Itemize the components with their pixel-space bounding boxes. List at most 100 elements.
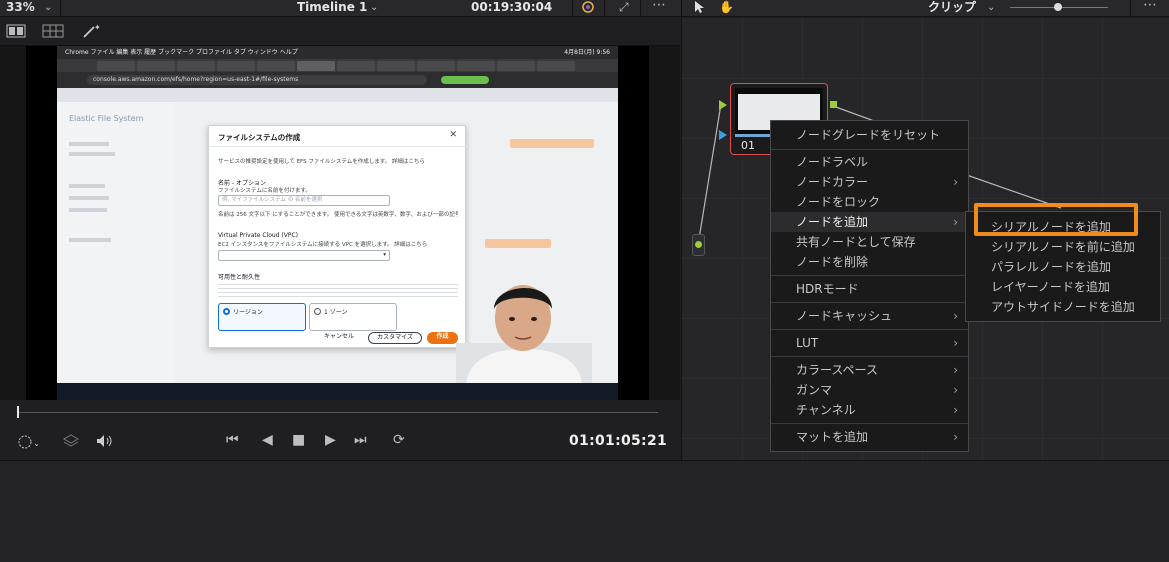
name-sublabel: ファイルシステムに名前を付けます。: [218, 188, 311, 194]
menubar-text: Chrome ファイル 編集 表示 履歴 ブックマーク プロファイル タブ ウィ…: [65, 49, 298, 56]
loop-icon[interactable]: ⟳: [393, 432, 405, 448]
split-view-icon[interactable]: [6, 24, 26, 42]
divider: [771, 149, 968, 150]
create-button-bg: [485, 239, 551, 248]
timeline-chevron-down-icon[interactable]: ⌄: [370, 0, 378, 15]
cancel-button[interactable]: キャンセル: [319, 332, 359, 344]
menu-item-label: ノードキャッシュ: [796, 309, 893, 323]
skip-to-start-icon[interactable]: ⏮: [226, 432, 239, 448]
menu-item-hdr-mode[interactable]: HDRモード: [771, 279, 968, 299]
magic-wand-icon[interactable]: ✦: [81, 23, 101, 43]
stop-icon[interactable]: ■: [292, 432, 305, 448]
more-options-icon[interactable]: ⋯: [652, 0, 666, 13]
viewer-toolbar: ✦: [0, 18, 680, 46]
node-output-green[interactable]: [830, 101, 837, 108]
gallery-view-icon[interactable]: [42, 24, 64, 42]
vpc-label: Virtual Private Cloud (VPC): [218, 232, 298, 239]
menu-item-lut[interactable]: LUT ›: [771, 333, 968, 353]
timeline-title[interactable]: Timeline 1: [297, 0, 367, 15]
menu-item-add-node[interactable]: ノードを追加 ›: [771, 212, 968, 232]
menu-item-gamma[interactable]: ガンマ ›: [771, 380, 968, 400]
one-zone-label: 1 ゾーン: [324, 309, 348, 316]
timeline-scrubber[interactable]: [18, 412, 658, 413]
menu-item-lock-node[interactable]: ノードをロック: [771, 192, 968, 212]
create-button[interactable]: 作成: [427, 332, 458, 344]
sidebar-item: [69, 208, 107, 212]
svg-text:✦: ✦: [94, 23, 101, 32]
divider: [771, 356, 968, 357]
divider: [572, 0, 573, 17]
skip-to-end-icon[interactable]: ⏭: [354, 432, 367, 448]
close-icon[interactable]: ✕: [449, 130, 457, 140]
menu-item-delete-node[interactable]: ノードを削除: [771, 252, 968, 272]
radio-icon: [314, 308, 321, 315]
divider: [1130, 0, 1131, 17]
chevron-right-icon: ›: [953, 336, 958, 350]
volume-icon[interactable]: [95, 433, 113, 453]
zoom-chevron-down-icon[interactable]: ⌄: [44, 0, 52, 15]
slider-handle[interactable]: [1054, 3, 1062, 11]
menu-item-channel[interactable]: チャンネル ›: [771, 400, 968, 420]
browser-tab: [217, 61, 255, 71]
play-icon[interactable]: ▶: [325, 432, 336, 448]
submenu-item-add-serial-node-before[interactable]: シリアルノードを前に追加: [966, 237, 1160, 257]
regional-label: リージョン: [233, 309, 263, 316]
one-zone-option[interactable]: 1 ゾーン: [309, 303, 397, 331]
name-field[interactable]: 例: マイファイルシステム の 名前を選択: [218, 195, 390, 206]
browser-tab: [337, 61, 375, 71]
playhead[interactable]: [17, 406, 19, 418]
clip-chevron-down-icon[interactable]: ⌄: [987, 0, 995, 15]
hand-icon[interactable]: ✋: [719, 0, 734, 15]
browser-tab: [137, 61, 175, 71]
menu-item-node-color[interactable]: ノードカラー ›: [771, 172, 968, 192]
clip-mode-selector[interactable]: クリップ: [928, 0, 976, 15]
more-options-icon[interactable]: ⋯: [1143, 0, 1157, 13]
chevron-right-icon: ›: [953, 309, 958, 323]
node-zoom-slider[interactable]: [1010, 3, 1108, 11]
menu-item-reset-grade[interactable]: ノードグレードをリセット: [771, 125, 968, 145]
browser-tab: [417, 61, 455, 71]
menu-item-node-label[interactable]: ノードラベル: [771, 152, 968, 172]
menu-item-label: LUT: [796, 336, 819, 350]
svg-text:⌄: ⌄: [33, 439, 38, 449]
divider: [771, 423, 968, 424]
zoom-level[interactable]: 33%: [6, 0, 35, 15]
availability-label: 可用性と耐久性: [218, 274, 261, 281]
layers-icon[interactable]: [62, 433, 80, 453]
annotation-highlight-box: [974, 203, 1138, 236]
node-input-blue[interactable]: [719, 130, 727, 140]
url-text: console.aws.amazon.com/efs/home?region=u…: [87, 75, 427, 85]
submenu-item-add-layer-node[interactable]: レイヤーノードを追加: [966, 277, 1160, 297]
vpc-select[interactable]: ▾: [218, 250, 390, 261]
menu-item-label: チャンネル: [796, 403, 856, 417]
aws-header: [57, 88, 618, 102]
source-input-connector[interactable]: [692, 234, 705, 256]
node-input-green[interactable]: [719, 100, 727, 110]
browser-tab: [457, 61, 495, 71]
regional-option[interactable]: リージョン: [218, 303, 306, 331]
browser-tab: [177, 61, 215, 71]
browser-tab: [497, 61, 535, 71]
fullscreen-icon[interactable]: ⤢: [619, 0, 629, 15]
viewer-mode-icon[interactable]: ⌄: [16, 434, 41, 454]
color-wheel-icon[interactable]: [580, 0, 596, 19]
availability-text: [218, 281, 458, 297]
menu-item-color-space[interactable]: カラースペース ›: [771, 360, 968, 380]
menu-item-label: ガンマ: [796, 383, 833, 397]
radio-icon: [223, 308, 230, 315]
submenu-item-add-outside-node[interactable]: アウトサイドノードを追加: [966, 297, 1160, 317]
customize-button[interactable]: カスタマイズ: [368, 332, 422, 344]
submenu-item-add-parallel-node[interactable]: パラレルノードを追加: [966, 257, 1160, 277]
menu-item-node-cache[interactable]: ノードキャッシュ ›: [771, 306, 968, 326]
menu-item-save-shared-node[interactable]: 共有ノードとして保存: [771, 232, 968, 252]
pointer-icon[interactable]: [693, 0, 705, 19]
chevron-right-icon: ›: [953, 430, 958, 444]
sidebar-item: [69, 238, 111, 242]
browser-tab: [97, 61, 135, 71]
sidebar-item: [69, 184, 105, 188]
menu-item-add-matte[interactable]: マットを追加 ›: [771, 427, 968, 447]
menubar-time: 4月8日(月) 9:56: [564, 49, 610, 56]
menu-item-label: HDRモード: [796, 282, 859, 296]
play-reverse-icon[interactable]: ◀: [262, 432, 273, 448]
menu-item-label: ノードラベル: [796, 155, 869, 169]
